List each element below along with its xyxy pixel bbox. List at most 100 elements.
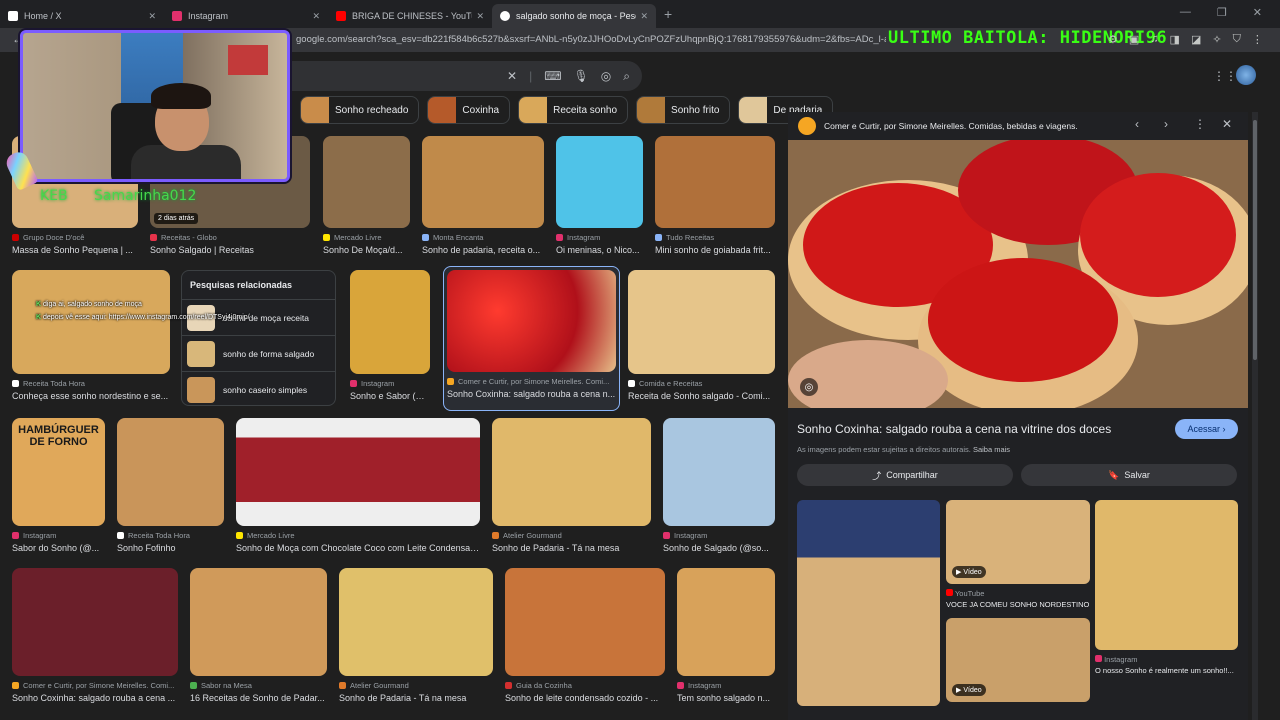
close-tab-icon[interactable]: ✕: [148, 11, 156, 22]
extension-icon[interactable]: ⚙: [1108, 33, 1118, 46]
result-card[interactable]: Sabor na Mesa 16 Receitas de Sonho de Pad…: [190, 568, 327, 703]
result-image[interactable]: [447, 270, 616, 372]
result-card[interactable]: Receita Toda Hora Sonho Fofinho: [117, 418, 224, 553]
result-caption[interactable]: Sonho de Padaria - Tá na mesa: [339, 693, 493, 703]
panel-source[interactable]: Comer e Curtir, por Simone Meirelles. Co…: [824, 121, 1078, 131]
result-card[interactable]: Instagram Sonho e Sabor (@...: [350, 270, 430, 401]
scrollbar-thumb[interactable]: [1253, 120, 1257, 360]
search-box[interactable]: ✕ | ⌨ 🎙 ◎ ⌕: [292, 61, 642, 91]
result-card[interactable]: Tudo Receitas Mini sonho de goiabada frit…: [655, 136, 775, 255]
result-image[interactable]: [492, 418, 651, 526]
result-image[interactable]: [236, 418, 480, 526]
panel-scrollbar[interactable]: [1252, 112, 1258, 720]
chip-sonho-recheado[interactable]: Sonho recheado: [300, 96, 420, 124]
preview-image[interactable]: ◎: [788, 140, 1248, 408]
preview-title[interactable]: Sonho Coxinha: salgado rouba a cena na v…: [797, 422, 1111, 436]
result-caption[interactable]: Sonho de Salgado (@so...: [663, 543, 775, 553]
result-caption[interactable]: Sonho de padaria, receita o...: [422, 245, 544, 255]
result-card[interactable]: Monta Encanta Sonho de padaria, receita o…: [422, 136, 544, 255]
related-image[interactable]: [797, 500, 940, 706]
result-card[interactable]: Receita Toda Hora Conheça esse sonho nord…: [12, 270, 170, 401]
result-card[interactable]: Instagram Sonho de Salgado (@so...: [663, 418, 775, 553]
minimize-icon[interactable]: —: [1180, 6, 1191, 19]
result-card[interactable]: Mercado Livre Sonho de Moça com Chocolate…: [236, 418, 480, 553]
wallet-icon[interactable]: ◪: [1191, 33, 1201, 46]
result-card[interactable]: Comer e Curtir, por Simone Meirelles. Co…: [12, 568, 178, 703]
result-card[interactable]: Guia da Cozinha Sonho de leite condensado…: [505, 568, 665, 703]
result-image[interactable]: [339, 568, 493, 676]
result-image[interactable]: [556, 136, 643, 228]
result-caption[interactable]: Sonho Coxinha: salgado rouba a cena ...: [12, 693, 178, 703]
related-item[interactable]: sonho de forma salgado: [182, 335, 335, 371]
related-caption[interactable]: O nosso Sonho é realmente um sonho!!...: [1095, 666, 1238, 675]
result-caption[interactable]: 16 Receitas de Sonho de Padar...: [190, 693, 327, 703]
share-button[interactable]: ⤴ Compartilhar: [797, 464, 1013, 486]
learn-more-link[interactable]: Saiba mais: [973, 445, 1010, 454]
sparkle-icon[interactable]: ✧: [1212, 33, 1221, 46]
search-icon[interactable]: ⌕: [623, 69, 630, 84]
result-card[interactable]: Atelier Gourmand Sonho de Padaria - Tá na…: [492, 418, 651, 553]
chip-coxinha[interactable]: Coxinha: [427, 96, 511, 124]
chip-sonho-frito[interactable]: Sonho frito: [636, 96, 731, 124]
result-image[interactable]: [350, 270, 430, 374]
related-video[interactable]: ▶ Vídeo: [946, 618, 1090, 702]
result-image[interactable]: [628, 270, 775, 374]
visit-button[interactable]: Acessar ›: [1175, 419, 1238, 439]
screenshot-icon[interactable]: ▣: [1129, 33, 1139, 46]
result-caption[interactable]: Sonho Salgado | Receitas: [150, 245, 310, 255]
tab-youtube[interactable]: BRIGA DE CHINESES - YouTube✕: [328, 4, 492, 28]
result-caption[interactable]: Tem sonho salgado n...: [677, 693, 775, 703]
chip-receita-sonho[interactable]: Receita sonho: [518, 96, 629, 124]
close-panel-icon[interactable]: ✕: [1222, 117, 1232, 131]
result-card[interactable]: Mercado Livre Sonho De Moça/d...: [323, 136, 410, 255]
lens-icon[interactable]: ◎: [601, 69, 611, 83]
result-card-selected[interactable]: Comer e Curtir, por Simone Meirelles. Co…: [443, 266, 620, 411]
url-field[interactable]: google.com/search?sca_esv=db221f584b6c52…: [296, 34, 886, 45]
related-item[interactable]: sonho caseiro simples: [182, 371, 335, 407]
result-caption[interactable]: Sonho De Moça/d...: [323, 245, 410, 255]
result-image[interactable]: [323, 136, 410, 228]
result-caption[interactable]: Sonho Coxinha: salgado rouba a cena n...: [447, 389, 616, 399]
shield-icon[interactable]: ⛉: [1233, 33, 1241, 46]
sidebar-icon[interactable]: ◨: [1170, 33, 1180, 46]
result-caption[interactable]: Sonho de Moça com Chocolate Coco com Lei…: [236, 543, 480, 553]
result-image[interactable]: [12, 568, 178, 676]
media-icon[interactable]: ♫: [1150, 33, 1158, 46]
result-image[interactable]: [505, 568, 665, 676]
prev-icon[interactable]: ‹: [1135, 117, 1139, 131]
maximize-icon[interactable]: ❐: [1217, 6, 1227, 19]
result-caption[interactable]: Massa de Sonho Pequena | ...: [12, 245, 138, 255]
new-tab-button[interactable]: +: [664, 6, 672, 22]
result-card[interactable]: Instagram Tem sonho salgado n...: [677, 568, 775, 703]
more-icon[interactable]: ⋮: [1194, 117, 1206, 131]
result-card[interactable]: Comida e Receitas Receita de Sonho salgad…: [628, 270, 775, 401]
apps-icon[interactable]: ⋮⋮: [1213, 69, 1237, 83]
result-image[interactable]: [422, 136, 544, 228]
result-card[interactable]: Atelier Gourmand Sonho de Padaria - Tá na…: [339, 568, 493, 703]
tab-instagram[interactable]: Instagram ✕: [164, 4, 328, 28]
tab-google-search[interactable]: salgado sonho de moça - Pesquis✕: [492, 4, 656, 28]
result-caption[interactable]: Receita de Sonho salgado - Comi...: [628, 391, 775, 401]
close-tab-icon[interactable]: ✕: [476, 11, 484, 22]
tab-x[interactable]: Home / X ✕: [0, 4, 164, 28]
keyboard-icon[interactable]: ⌨: [544, 69, 561, 83]
result-caption[interactable]: Mini sonho de goiabada frit...: [655, 245, 775, 255]
result-caption[interactable]: Sonho e Sabor (@...: [350, 391, 430, 401]
result-caption[interactable]: Sabor do Sonho (@...: [12, 543, 105, 553]
result-card[interactable]: Instagram Oi meninas, o Nico...: [556, 136, 643, 255]
next-icon[interactable]: ›: [1164, 117, 1168, 131]
close-window-icon[interactable]: ✕: [1253, 6, 1262, 19]
result-caption[interactable]: Sonho Fofinho: [117, 543, 224, 553]
result-image[interactable]: [663, 418, 775, 526]
clear-icon[interactable]: ✕: [507, 69, 517, 83]
result-image[interactable]: [655, 136, 775, 228]
close-tab-icon[interactable]: ✕: [640, 11, 648, 22]
result-caption[interactable]: Conheça esse sonho nordestino e se...: [12, 391, 170, 401]
result-card[interactable]: HAMBÚRGUER DE FORNO Instagram Sabor do Son…: [12, 418, 105, 553]
related-image[interactable]: [1095, 500, 1238, 650]
result-image[interactable]: [677, 568, 775, 676]
related-caption[interactable]: VOCE JA COMEU SONHO NORDESTINO...: [946, 600, 1090, 609]
result-image[interactable]: [190, 568, 327, 676]
menu-icon[interactable]: ⋮: [1252, 33, 1263, 46]
result-image[interactable]: HAMBÚRGUER DE FORNO: [12, 418, 105, 526]
